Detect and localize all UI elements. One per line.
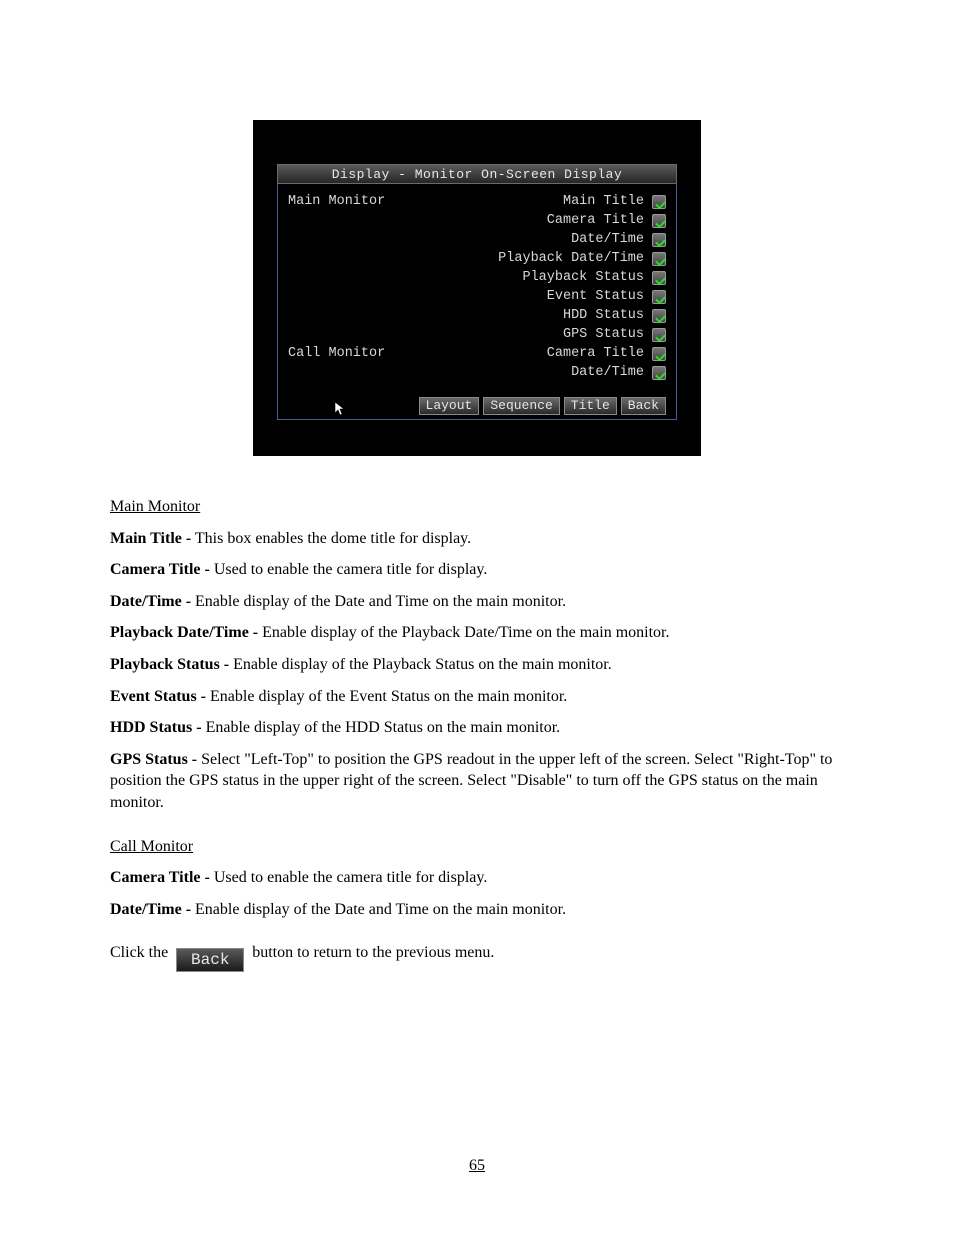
osd-row: Main Monitor Main Title bbox=[288, 192, 666, 211]
osd-row: Event Status bbox=[288, 287, 666, 306]
body-paragraph: Main Title - This box enables the dome t… bbox=[110, 528, 844, 550]
osd-body: Main Monitor Main Title Camera Title Dat… bbox=[277, 184, 677, 420]
body-paragraph: Date/Time - Enable display of the Date a… bbox=[110, 899, 844, 921]
field-label: GPS Status - bbox=[110, 751, 197, 768]
body-paragraph: Camera Title - Used to enable the camera… bbox=[110, 559, 844, 581]
checkbox-hdd-status[interactable] bbox=[652, 309, 666, 323]
osd-row: GPS Status bbox=[288, 325, 666, 344]
field-text: Enable display of the Playback Status on… bbox=[229, 656, 612, 673]
body-paragraph: Camera Title - Used to enable the camera… bbox=[110, 867, 844, 889]
field-text: Enable display of the Date and Time on t… bbox=[191, 593, 566, 610]
osd-row: Date/Time bbox=[288, 363, 666, 382]
field-label: Camera Title - bbox=[110, 869, 210, 886]
field-text: Select "Left-Top" to position the GPS re… bbox=[110, 751, 832, 811]
back-post-text: button to return to the previous menu. bbox=[252, 944, 494, 961]
body-paragraph: Event Status - Enable display of the Eve… bbox=[110, 686, 844, 708]
field-label: Date/Time - bbox=[110, 593, 191, 610]
checkbox-call-camera-title[interactable] bbox=[652, 347, 666, 361]
back-button[interactable]: Back bbox=[621, 397, 666, 415]
osd-titlebar: Display - Monitor On-Screen Display bbox=[277, 164, 677, 184]
field-label: Playback Status - bbox=[110, 656, 229, 673]
option-label: GPS Status bbox=[428, 327, 652, 342]
option-label: Camera Title bbox=[428, 213, 652, 228]
option-label: Main Title bbox=[428, 194, 652, 209]
page-number: 65 bbox=[0, 1157, 954, 1175]
screenshot-container: Display - Monitor On-Screen Display Main… bbox=[110, 120, 844, 456]
main-monitor-heading: Main Monitor bbox=[110, 496, 844, 518]
checkbox-playback-date-time[interactable] bbox=[652, 252, 666, 266]
body-paragraph: GPS Status - Select "Left-Top" to positi… bbox=[110, 749, 844, 814]
osd-row: HDD Status bbox=[288, 306, 666, 325]
layout-button[interactable]: Layout bbox=[419, 397, 480, 415]
page-number-value: 65 bbox=[469, 1157, 485, 1174]
option-label: HDD Status bbox=[428, 308, 652, 323]
osd-row: Playback Date/Time bbox=[288, 249, 666, 268]
checkbox-date-time[interactable] bbox=[652, 233, 666, 247]
checkbox-event-status[interactable] bbox=[652, 290, 666, 304]
checkbox-main-title[interactable] bbox=[652, 195, 666, 209]
field-label: Date/Time - bbox=[110, 901, 191, 918]
sequence-button[interactable]: Sequence bbox=[483, 397, 559, 415]
field-label: Playback Date/Time - bbox=[110, 624, 258, 641]
option-label: Camera Title bbox=[428, 346, 652, 361]
body-paragraph: HDD Status - Enable display of the HDD S… bbox=[110, 717, 844, 739]
document-page: Display - Monitor On-Screen Display Main… bbox=[0, 0, 954, 1235]
call-monitor-section: Call Monitor Camera Title - Used to enab… bbox=[110, 836, 844, 921]
cursor-icon bbox=[335, 402, 345, 416]
osd-row: Camera Title bbox=[288, 211, 666, 230]
field-label: HDD Status - bbox=[110, 719, 202, 736]
field-text: Enable display of the Event Status on th… bbox=[206, 688, 567, 705]
checkbox-camera-title[interactable] bbox=[652, 214, 666, 228]
checkbox-gps-status[interactable] bbox=[652, 328, 666, 342]
field-label: Main Title - bbox=[110, 530, 191, 547]
osd-row: Playback Status bbox=[288, 268, 666, 287]
field-label: Camera Title - bbox=[110, 561, 210, 578]
main-monitor-section: Main Monitor Main Title - This box enabl… bbox=[110, 496, 844, 814]
body-paragraph: Date/Time - Enable display of the Date a… bbox=[110, 591, 844, 613]
option-label: Date/Time bbox=[428, 232, 652, 247]
field-label: Event Status - bbox=[110, 688, 206, 705]
field-text: This box enables the dome title for disp… bbox=[191, 530, 471, 547]
back-pre-text: Click the bbox=[110, 944, 172, 961]
section-label: Main Monitor bbox=[288, 194, 428, 209]
back-button-image: Back bbox=[176, 948, 244, 972]
osd-row: Date/Time bbox=[288, 230, 666, 249]
option-label: Playback Date/Time bbox=[428, 251, 652, 266]
field-text: Used to enable the camera title for disp… bbox=[210, 561, 488, 578]
title-button[interactable]: Title bbox=[564, 397, 617, 415]
section-label: Call Monitor bbox=[288, 346, 428, 361]
option-label: Event Status bbox=[428, 289, 652, 304]
body-paragraph: Playback Status - Enable display of the … bbox=[110, 654, 844, 676]
back-instruction: Click the Back button to return to the p… bbox=[110, 942, 844, 972]
call-monitor-heading: Call Monitor bbox=[110, 836, 844, 858]
dvr-screenshot: Display - Monitor On-Screen Display Main… bbox=[253, 120, 701, 456]
checkbox-call-date-time[interactable] bbox=[652, 366, 666, 380]
field-text: Used to enable the camera title for disp… bbox=[210, 869, 488, 886]
option-label: Date/Time bbox=[428, 365, 652, 380]
body-paragraph: Playback Date/Time - Enable display of t… bbox=[110, 622, 844, 644]
osd-row: Call Monitor Camera Title bbox=[288, 344, 666, 363]
field-text: Enable display of the Date and Time on t… bbox=[191, 901, 566, 918]
field-text: Enable display of the Playback Date/Time… bbox=[258, 624, 669, 641]
checkbox-playback-status[interactable] bbox=[652, 271, 666, 285]
field-text: Enable display of the HDD Status on the … bbox=[202, 719, 561, 736]
option-label: Playback Status bbox=[428, 270, 652, 285]
